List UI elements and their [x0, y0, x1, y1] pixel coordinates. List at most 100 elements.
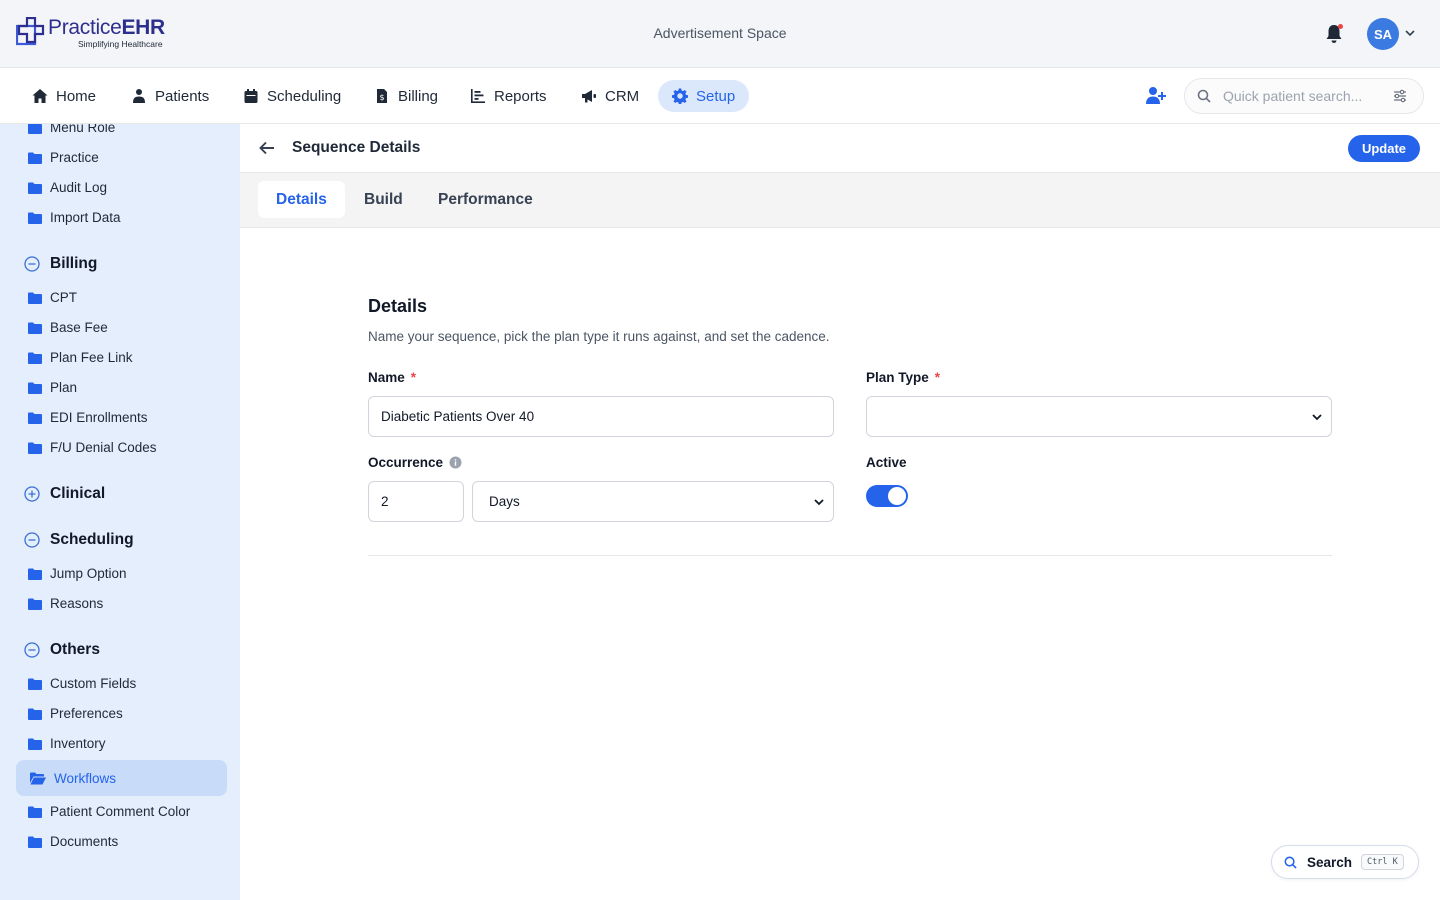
sidebar-item-preferences[interactable]: Preferences	[28, 706, 123, 721]
folder-icon	[28, 152, 42, 164]
tab-details[interactable]: Details	[258, 181, 345, 218]
sidebar-item-practice[interactable]: Practice	[28, 150, 99, 165]
search-icon	[1197, 89, 1211, 103]
sidebar-item-edi-enrollments[interactable]: EDI Enrollments	[28, 410, 148, 425]
notification-dot	[1338, 24, 1343, 29]
page-header: Sequence Details Update	[240, 124, 1440, 173]
nav-patients[interactable]: Patients	[117, 80, 223, 112]
sidebar-section-clinical[interactable]: Clinical	[24, 485, 105, 503]
info-icon[interactable]	[449, 456, 462, 469]
section-description: Name your sequence, pick the plan type i…	[368, 329, 830, 344]
chevron-down-icon[interactable]	[1404, 27, 1416, 39]
filter-sliders-icon[interactable]	[1393, 89, 1407, 103]
collapse-icon	[24, 532, 40, 548]
tab-bar: Details Build Performance	[240, 173, 1440, 228]
sidebar-item-documents[interactable]: Documents	[28, 834, 118, 849]
name-input[interactable]: Diabetic Patients Over 40	[368, 396, 834, 437]
folder-icon	[28, 212, 42, 224]
svg-text:$: $	[379, 93, 384, 102]
collapse-icon	[24, 256, 40, 272]
nav-billing[interactable]: $ Billing	[360, 80, 452, 112]
plan-type-label: Plan Type *	[866, 370, 941, 385]
page-title: Sequence Details	[292, 139, 421, 156]
expand-icon	[24, 486, 40, 502]
folder-icon	[28, 708, 42, 720]
folder-icon	[28, 568, 42, 580]
occurrence-unit-select[interactable]: Days	[472, 481, 834, 522]
sidebar-item-jump-option[interactable]: Jump Option	[28, 566, 127, 581]
patients-icon	[133, 89, 145, 103]
top-header: PracticeEHR Simplifying Healthcare Adver…	[0, 0, 1440, 68]
advertisement-space: Advertisement Space	[653, 25, 787, 41]
back-arrow-icon[interactable]	[258, 139, 276, 157]
toggle-knob	[888, 487, 906, 505]
search-label: Search	[1307, 854, 1353, 870]
plan-type-select[interactable]	[866, 396, 1332, 437]
folder-icon	[28, 442, 42, 454]
nav-home[interactable]: Home	[18, 80, 110, 112]
sidebar-item-custom-fields[interactable]: Custom Fields	[28, 676, 136, 691]
occurrence-label: Occurrence	[368, 455, 462, 470]
logo-tagline: Simplifying Healthcare	[78, 39, 163, 49]
open-folder-icon	[30, 772, 46, 784]
sidebar-item-import-data[interactable]: Import Data	[28, 210, 121, 225]
nav-scheduling[interactable]: Scheduling	[229, 80, 355, 112]
folder-icon	[28, 322, 42, 334]
nav-crm[interactable]: CRM	[567, 80, 653, 112]
sidebar-section-billing[interactable]: Billing	[24, 255, 97, 273]
section-divider	[368, 555, 1332, 556]
add-patient-icon[interactable]	[1145, 86, 1167, 106]
details-form: Details Name your sequence, pick the pla…	[240, 228, 1440, 900]
nav-setup[interactable]: Setup	[658, 80, 750, 112]
sidebar-section-scheduling[interactable]: Scheduling	[24, 531, 134, 549]
folder-icon	[28, 678, 42, 690]
sidebar-item-menu-role[interactable]: Menu Role	[28, 124, 115, 135]
sidebar-item-reasons[interactable]: Reasons	[28, 596, 103, 611]
user-avatar[interactable]: SA	[1367, 18, 1399, 50]
folder-icon	[28, 124, 42, 134]
reports-icon	[471, 89, 485, 103]
folder-icon	[28, 598, 42, 610]
folder-icon	[28, 352, 42, 364]
active-label: Active	[866, 455, 907, 470]
sidebar-item-workflows[interactable]: Workflows	[16, 760, 227, 796]
active-toggle[interactable]	[866, 485, 908, 507]
sidebar-item-cpt[interactable]: CPT	[28, 290, 77, 305]
folder-icon	[28, 738, 42, 750]
billing-icon: $	[377, 89, 387, 103]
nav-reports[interactable]: Reports	[456, 80, 561, 112]
setup-sidebar: Menu Role Practice Audit Log Import Data…	[0, 124, 240, 900]
required-mark: *	[934, 370, 941, 385]
sidebar-item-plan[interactable]: Plan	[28, 380, 77, 395]
sidebar-item-patient-comment-color[interactable]: Patient Comment Color	[28, 804, 190, 819]
folder-icon	[28, 836, 42, 848]
gear-icon	[672, 88, 688, 104]
chevron-down-icon	[1312, 413, 1322, 420]
folder-icon	[28, 382, 42, 394]
tab-build[interactable]: Build	[346, 181, 421, 218]
sidebar-item-inventory[interactable]: Inventory	[28, 736, 106, 751]
sidebar-item-audit-log[interactable]: Audit Log	[28, 180, 107, 195]
folder-icon	[28, 182, 42, 194]
folder-icon	[28, 806, 42, 818]
chevron-down-icon	[814, 498, 824, 505]
keyboard-shortcut: Ctrl K	[1361, 854, 1404, 870]
sidebar-item-plan-fee-link[interactable]: Plan Fee Link	[28, 350, 133, 365]
quick-patient-search[interactable]	[1184, 78, 1424, 114]
update-button[interactable]: Update	[1348, 135, 1420, 162]
tab-performance[interactable]: Performance	[420, 181, 551, 218]
calendar-icon	[244, 89, 258, 103]
collapse-icon	[24, 642, 40, 658]
global-search-button[interactable]: Search Ctrl K	[1271, 845, 1419, 879]
home-icon	[32, 89, 48, 103]
folder-icon	[28, 412, 42, 424]
megaphone-icon	[582, 90, 596, 103]
sidebar-item-base-fee[interactable]: Base Fee	[28, 320, 108, 335]
sidebar-section-others[interactable]: Others	[24, 641, 100, 659]
folder-icon	[28, 292, 42, 304]
sidebar-item-fu-denial-codes[interactable]: F/U Denial Codes	[28, 440, 157, 455]
occurrence-count-input[interactable]: 2	[368, 481, 464, 522]
name-label: Name *	[368, 370, 417, 385]
quick-search-input[interactable]	[1223, 88, 1393, 104]
search-icon	[1284, 856, 1297, 869]
